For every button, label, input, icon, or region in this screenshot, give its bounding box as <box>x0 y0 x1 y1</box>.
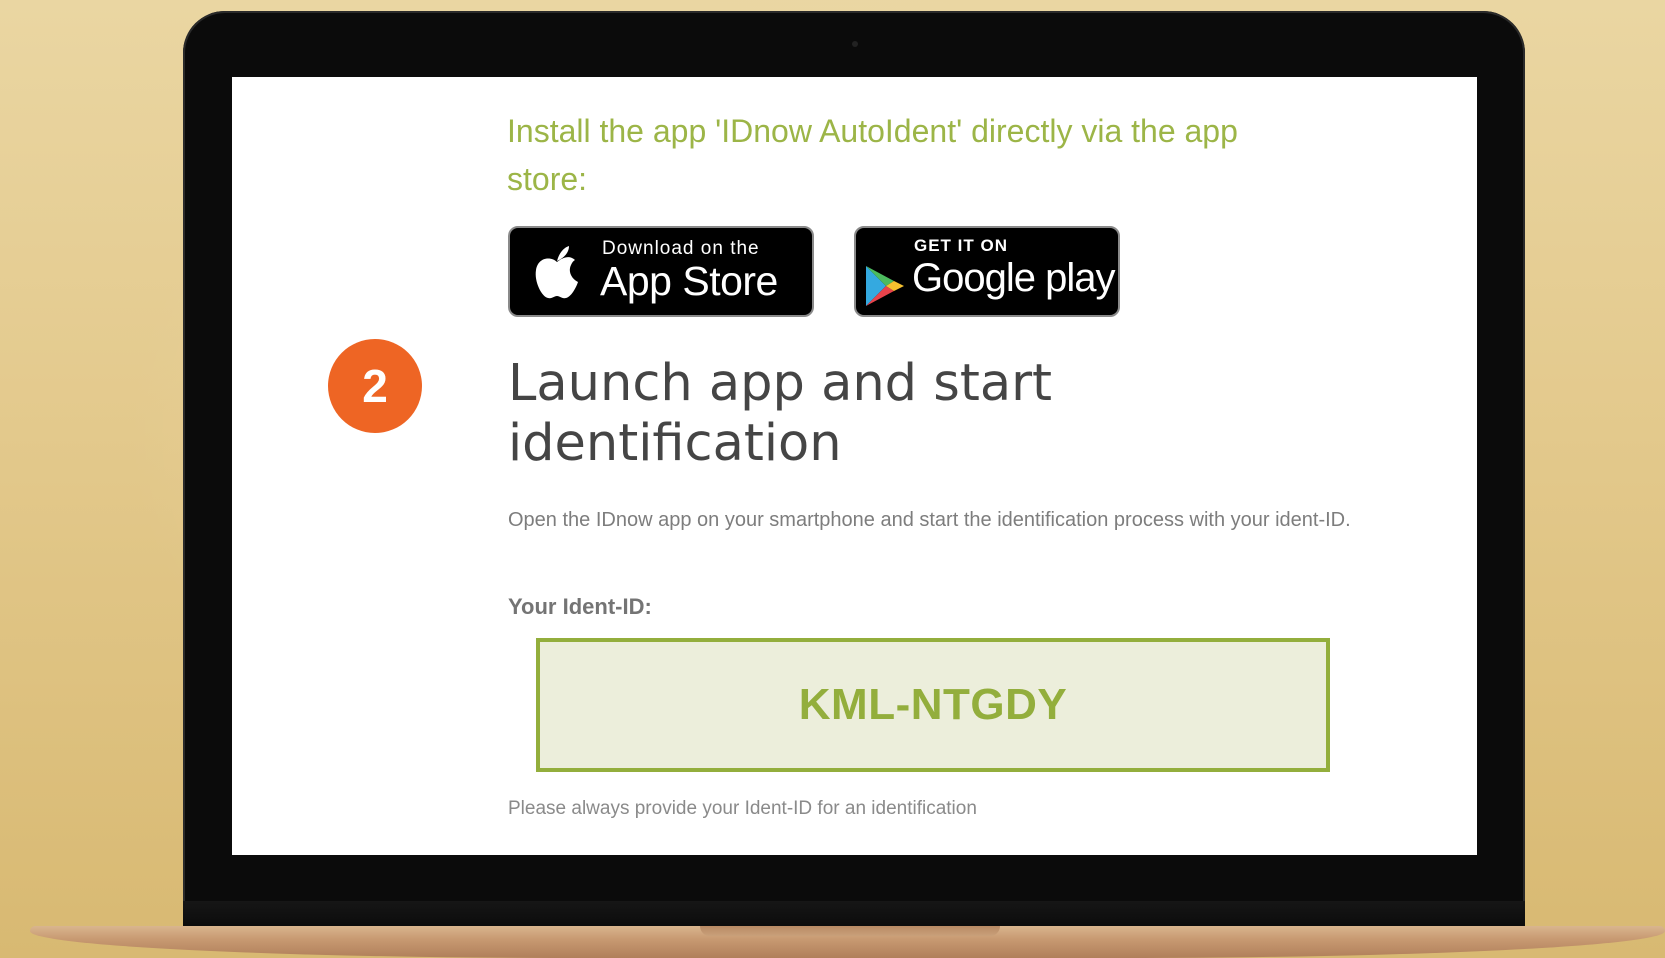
app-store-badge[interactable]: Download on the App Store <box>508 226 814 317</box>
laptop-base <box>30 926 1665 958</box>
google-play-badge[interactable]: GET IT ON Google play <box>854 226 1120 317</box>
step-description: Open the IDnow app on your smartphone an… <box>508 509 1351 531</box>
ident-id-footnote: Please always provide your Ident-ID for … <box>508 798 977 819</box>
step-number-badge: 2 <box>328 339 422 433</box>
ident-id-box: KML-NTGDY <box>536 638 1330 772</box>
webcam-dot <box>852 41 858 47</box>
google-play-triangle-icon <box>866 266 904 306</box>
install-instruction: Install the app 'IDnow AutoIdent' direct… <box>507 113 1238 197</box>
apple-logo-icon <box>535 246 578 299</box>
ident-id-label: Your Ident-ID: <box>508 594 652 619</box>
step-heading: Launch app and start identification <box>508 354 1053 473</box>
google-play-big-text: Google play <box>912 256 1115 300</box>
laptop-screen: Install the app 'IDnow AutoIdent' direct… <box>232 77 1477 855</box>
ident-id-value: KML-NTGDY <box>798 680 1068 729</box>
google-play-small-text: GET IT ON <box>914 236 1008 255</box>
app-store-small-text: Download on the <box>602 238 760 259</box>
laptop-base-notch <box>700 926 1000 936</box>
app-store-big-text: App Store <box>600 258 778 304</box>
